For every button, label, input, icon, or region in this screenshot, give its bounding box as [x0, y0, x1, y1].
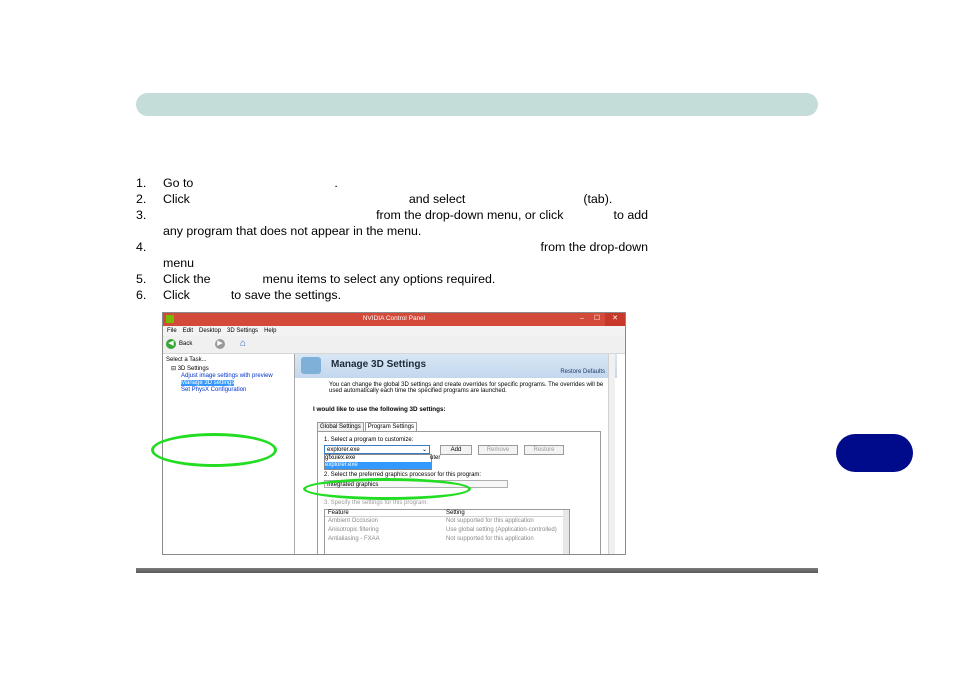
program-select[interactable]: explorer.exe ⌄ [324, 445, 430, 454]
add-button[interactable]: Add [440, 445, 472, 455]
dropdown-option[interactable]: gfxuiex.exe [325, 455, 431, 462]
tree-item-manage-3d[interactable]: Manage 3D settings [181, 380, 235, 386]
step-text: from the drop-down menu, or click [376, 208, 564, 222]
page-description: You can change the global 3D settings an… [329, 382, 604, 394]
restore-defaults-link[interactable]: Restore Defaults [560, 369, 605, 375]
truncated-text: uter [430, 455, 441, 461]
step-number: 1. [136, 176, 147, 190]
back-button[interactable]: Back [179, 341, 192, 347]
window-titlebar: NVIDIA Control Panel – ☐ ✕ [163, 313, 625, 326]
table-row[interactable]: Anisotropic filtering Use global setting… [325, 526, 569, 535]
task-pane-title: Select a Task... [166, 357, 207, 363]
step-number: 6. [136, 288, 147, 302]
program-dropdown-list: gfxuiex.exe explorer.exe [324, 454, 432, 470]
step-text: Click [163, 192, 190, 206]
close-button[interactable]: ✕ [605, 313, 625, 326]
step-text: menu items to select any options require… [262, 272, 496, 286]
task-tree: ⊟ 3D Settings Adjust image settings with… [171, 366, 273, 394]
home-icon[interactable]: ⌂ [240, 338, 252, 350]
chapter-header-bar [136, 93, 818, 116]
tree-item-physx[interactable]: Set PhysX Configuration [171, 387, 273, 394]
step-text: (tab). [583, 192, 613, 206]
window-title: NVIDIA Control Panel [362, 315, 426, 322]
step-number: 3. [136, 208, 147, 222]
step-text: any program that does not appear in the … [163, 224, 422, 238]
settings-question: I would like to use the following 3D set… [313, 406, 446, 413]
dropdown-option-selected[interactable]: explorer.exe [325, 462, 431, 469]
select-gpu-label: 2. Select the preferred graphics process… [324, 472, 482, 478]
specify-settings-label: 3. Specify the settings for this program… [324, 500, 429, 506]
settings-table: Feature Setting Ambient Occlusion Not su… [324, 509, 570, 554]
table-scrollbar[interactable] [563, 510, 569, 554]
step-3: 3. from the drop-down menu, or click to … [136, 207, 648, 223]
step-text: to save the settings. [230, 288, 342, 302]
step-text: Click the [163, 272, 211, 286]
highlight-ellipse-gpu [303, 478, 471, 500]
restore-button[interactable]: Restore [524, 445, 564, 455]
content-pane: Manage 3D Settings Restore Defaults You … [295, 354, 617, 554]
step-4: 4. from the drop-down [136, 239, 648, 255]
content-scrollbar[interactable] [608, 354, 615, 554]
toolbar: ◀ Back ▶ ⌂ [163, 336, 625, 354]
menu-file[interactable]: File [167, 326, 177, 336]
chapter-tab [836, 434, 913, 472]
tree-root-3d-settings[interactable]: ⊟ 3D Settings [171, 366, 273, 373]
instruction-steps: 1. Go to. 2. Click and select (tab). 3. fr… [136, 175, 648, 303]
menu-bar: File Edit Desktop 3D Settings Help [163, 326, 625, 336]
step-text: to add [613, 208, 648, 222]
tree-item-adjust-image[interactable]: Adjust image settings with preview [171, 373, 273, 380]
footer-bar [136, 568, 818, 573]
step-number: 4. [136, 240, 147, 254]
3d-settings-icon [301, 357, 321, 374]
step-text: menu [163, 256, 194, 270]
arrow-left-icon[interactable]: ◀ [166, 339, 176, 349]
highlight-ellipse-program [151, 433, 277, 467]
step-text: and select [408, 192, 466, 206]
step-text: Go to [163, 176, 194, 190]
step-1: 1. Go to. [136, 175, 648, 191]
step-text: from the drop-down [540, 240, 648, 254]
step-number: 5. [136, 272, 147, 286]
menu-3d-settings[interactable]: 3D Settings [227, 326, 258, 336]
maximize-button[interactable]: ☐ [590, 313, 604, 326]
arrow-right-icon[interactable]: ▶ [215, 339, 225, 349]
step-text: Click [163, 288, 190, 302]
select-program-label: 1. Select a program to customize: [324, 437, 414, 443]
table-row[interactable]: Ambient Occlusion Not supported for this… [325, 517, 569, 526]
remove-button[interactable]: Remove [478, 445, 518, 455]
step-text: . [334, 176, 338, 190]
table-row[interactable]: Antialiasing - FXAA Not supported for th… [325, 535, 569, 544]
page-title: Manage 3D Settings [331, 359, 427, 370]
step-5: 5. Click the menu items to select any opt… [136, 271, 648, 287]
step-number: 2. [136, 192, 147, 206]
menu-edit[interactable]: Edit [183, 326, 193, 336]
step-6: 6. Click to save the settings. [136, 287, 648, 303]
menu-desktop[interactable]: Desktop [199, 326, 221, 336]
content-header: Manage 3D Settings Restore Defaults [295, 354, 617, 378]
step-2: 2. Click and select (tab). [136, 191, 648, 207]
table-header: Feature Setting [325, 510, 569, 517]
menu-help[interactable]: Help [264, 326, 276, 336]
minimize-button[interactable]: – [575, 313, 589, 326]
